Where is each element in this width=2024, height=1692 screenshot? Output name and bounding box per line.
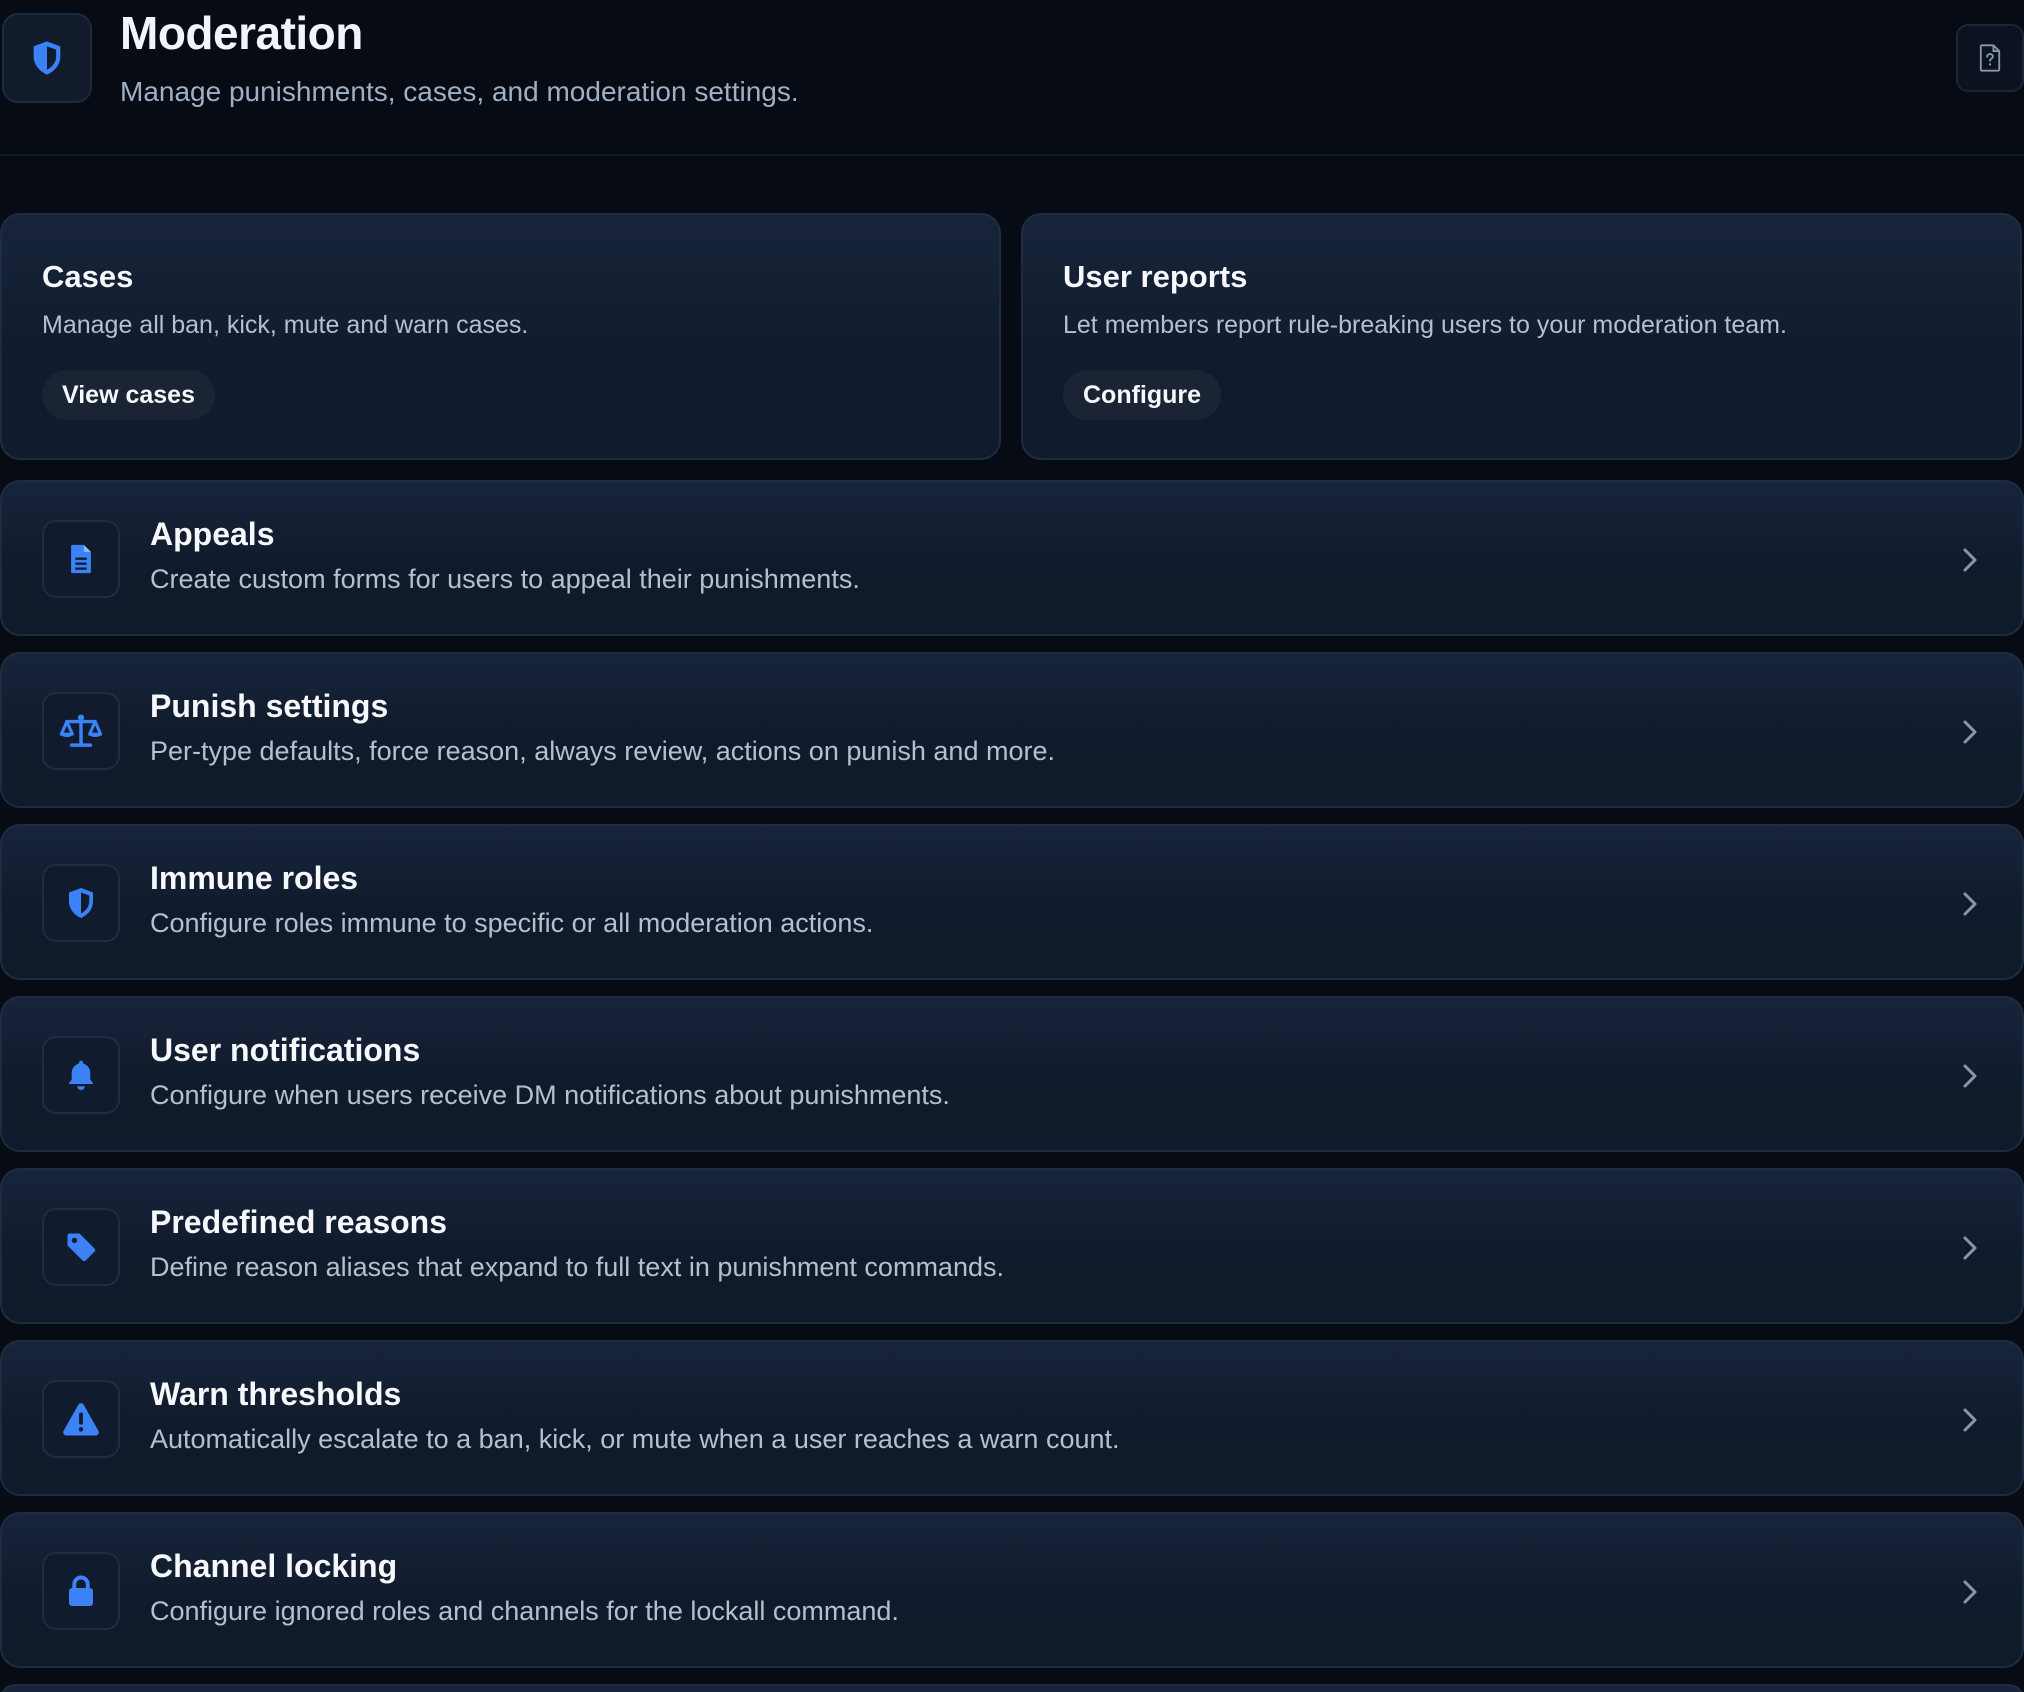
settings-row-title: Immune roles — [150, 860, 359, 896]
card-title: Cases — [42, 259, 134, 294]
chevron-right-icon — [1952, 1058, 1988, 1094]
card-description: Manage all ban, kick, mute and warn case… — [42, 311, 529, 339]
chevron-right-icon — [1952, 542, 1988, 578]
settings-row-description: Automatically escalate to a ban, kick, o… — [150, 1424, 1120, 1454]
settings-row-description: Per-type defaults, force reason, always … — [150, 736, 1055, 766]
user-reports-card: User reports Let members report rule-bre… — [1021, 213, 2022, 460]
settings-row-title: Warn thresholds — [150, 1376, 402, 1412]
settings-row-description: Configure when users receive DM notifica… — [150, 1080, 950, 1110]
settings-row-title: User notifications — [150, 1032, 421, 1068]
settings-row-predefined-reasons[interactable]: Predefined reasons Define reason aliases… — [0, 1168, 2024, 1324]
shield-icon — [2, 13, 92, 103]
settings-row-title: Appeals — [150, 516, 275, 552]
settings-row-channel-locking[interactable]: Channel locking Configure ignored roles … — [0, 1512, 2024, 1668]
settings-row-immune-roles[interactable]: Immune roles Configure roles immune to s… — [0, 824, 2024, 980]
settings-row-description: Create custom forms for users to appeal … — [150, 564, 860, 594]
settings-row-description: Configure ignored roles and channels for… — [150, 1596, 899, 1626]
shield-icon — [42, 864, 120, 942]
settings-row-user-notifications[interactable]: User notifications Configure when users … — [0, 996, 2024, 1152]
chevron-right-icon — [1952, 1574, 1988, 1610]
configure-button[interactable]: Configure — [1063, 370, 1222, 420]
card-title: User reports — [1063, 259, 1248, 294]
page-subtitle: Manage punishments, cases, and moderatio… — [120, 76, 799, 107]
tag-icon — [42, 1208, 120, 1286]
settings-row-title: Punish settings — [150, 688, 389, 724]
settings-row-title: Predefined reasons — [150, 1204, 447, 1240]
settings-row-punish-settings[interactable]: Punish settings Per-type defaults, force… — [0, 652, 2024, 808]
lock-icon — [42, 1552, 120, 1630]
settings-row-partial[interactable] — [0, 1684, 2024, 1692]
settings-row-appeals[interactable]: Appeals Create custom forms for users to… — [0, 480, 2024, 636]
warning-icon — [42, 1380, 120, 1458]
chevron-right-icon — [1952, 714, 1988, 750]
file-question-icon — [1979, 44, 2001, 72]
card-description: Let members report rule-breaking users t… — [1063, 311, 1787, 339]
settings-row-description: Configure roles immune to specific or al… — [150, 908, 874, 938]
page-header: Moderation Manage punishments, cases, an… — [0, 0, 2024, 156]
chevron-right-icon — [1952, 1230, 1988, 1266]
page-title: Moderation — [120, 7, 363, 59]
scales-icon — [42, 692, 120, 770]
chevron-right-icon — [1952, 886, 1988, 922]
view-cases-button[interactable]: View cases — [42, 370, 215, 420]
docs-button[interactable] — [1956, 24, 2024, 92]
settings-row-warn-thresholds[interactable]: Warn thresholds Automatically escalate t… — [0, 1340, 2024, 1496]
cases-card: Cases Manage all ban, kick, mute and war… — [0, 213, 1001, 460]
bell-icon — [42, 1036, 120, 1114]
settings-row-description: Define reason aliases that expand to ful… — [150, 1252, 1004, 1282]
settings-row-title: Channel locking — [150, 1548, 398, 1584]
chevron-right-icon — [1952, 1402, 1988, 1438]
document-icon — [42, 520, 120, 598]
